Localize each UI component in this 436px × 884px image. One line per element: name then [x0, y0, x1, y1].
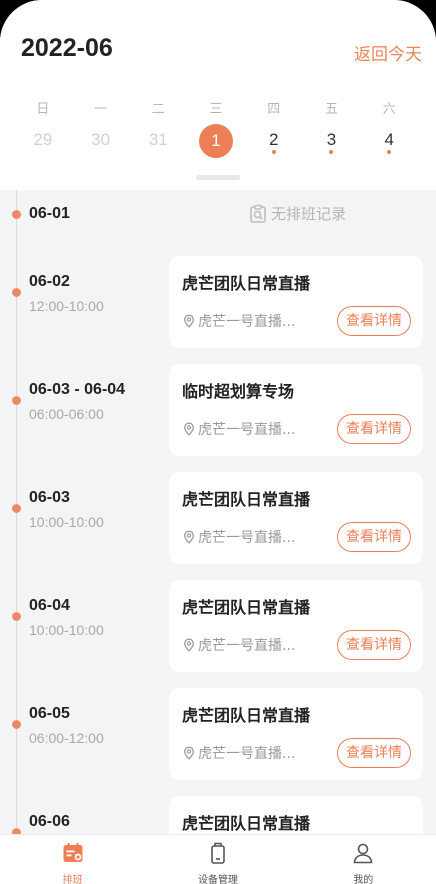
date-cell[interactable]: 31: [129, 124, 187, 158]
view-details-button[interactable]: 查看详情: [337, 522, 411, 552]
app-screen: 2022-06 返回今天 日 一 二 三 四 五 六 29 30 31 1 2 …: [0, 0, 436, 884]
schedule-location: 虎芒一号直播...: [182, 527, 295, 547]
location-text: 虎芒一号直播...: [198, 422, 296, 438]
schedule-title: 虎芒团队日常直播: [182, 706, 311, 725]
view-details-button[interactable]: 查看详情: [337, 738, 411, 768]
schedule-date: 06-04: [29, 597, 70, 614]
schedule-date: 06-02: [29, 273, 70, 290]
timeline-dot: [12, 612, 21, 621]
schedule-card[interactable]: 虎芒团队日常直播 虎芒一号直播... 查看详情: [169, 256, 423, 348]
schedule-location: 虎芒一号直播...: [182, 311, 295, 331]
date-cell[interactable]: 29: [14, 124, 72, 158]
date-number: 30: [91, 130, 111, 149]
back-to-today-button[interactable]: 返回今天: [354, 40, 422, 65]
schedule-time: 10:00-10:00: [29, 622, 104, 638]
tab-device-management[interactable]: 设备管理: [145, 835, 290, 884]
calendar-header: 2022-06 返回今天 日 一 二 三 四 五 六 29 30 31 1 2 …: [0, 0, 436, 190]
location-text: 虎芒一号直播...: [198, 638, 296, 654]
schedule-card[interactable]: 临时超划算专场 虎芒一号直播... 查看详情: [169, 364, 423, 456]
schedule-location: 虎芒一号直播...: [182, 635, 295, 655]
weekday-row: 日 一 二 三 四 五 六: [14, 98, 418, 117]
weekday-label: 四: [267, 102, 281, 117]
timeline-dot: [12, 396, 21, 405]
schedule-title: 虎芒团队日常直播: [182, 490, 311, 509]
location-pin-icon: [184, 638, 194, 652]
date-cell[interactable]: 2: [245, 124, 303, 158]
device-icon: [211, 842, 225, 864]
timeline-dot: [12, 504, 21, 513]
date-number: 29: [33, 130, 53, 149]
schedule-title: 虎芒团队日常直播: [182, 598, 311, 617]
location-text: 虎芒一号直播...: [198, 746, 296, 762]
view-details-button[interactable]: 查看详情: [337, 414, 411, 444]
schedule-time: 06:00-06:00: [29, 406, 104, 422]
date-number: 1: [199, 124, 234, 158]
calendar-icon: [63, 843, 83, 862]
schedule-card[interactable]: 虎芒团队日常直播 虎芒一号直播... 查看详情: [169, 580, 423, 672]
schedule-title: 临时超划算专场: [182, 382, 295, 401]
weekday-label: 三: [209, 102, 223, 117]
schedule-dot: [271, 150, 276, 154]
schedule-location: 虎芒一号直播...: [182, 743, 295, 763]
location-text: 虎芒一号直播...: [198, 530, 296, 546]
timeline-dot: [12, 720, 21, 729]
date-cell[interactable]: 3: [303, 124, 361, 158]
schedule-title: 虎芒团队日常直播: [182, 814, 311, 833]
month-title: 2022-06: [21, 34, 113, 62]
view-details-button[interactable]: 查看详情: [337, 306, 411, 336]
no-record-text: 无排班记录: [271, 205, 347, 223]
date-number: 31: [148, 130, 168, 149]
location-pin-icon: [184, 422, 194, 436]
location-pin-icon: [184, 314, 194, 328]
weekday-label: 二: [151, 102, 165, 117]
location-text: 虎芒一号直播...: [198, 314, 296, 330]
bottom-tab-bar: 排班 设备管理 我的: [0, 834, 436, 884]
date-cell[interactable]: 4: [360, 124, 418, 158]
timeline-dot: [12, 210, 21, 219]
schedule-card[interactable]: 虎芒团队日常直播 虎芒一号直播... 查看详情: [169, 688, 423, 780]
tab-label: 我的: [353, 875, 374, 884]
no-record-label: 无排班记录: [248, 203, 346, 224]
schedule-date: 06-05: [29, 705, 70, 722]
clipboard-search-icon: [250, 204, 266, 223]
tab-label: 设备管理: [197, 875, 238, 884]
schedule-date: 06-03 - 06-04: [29, 381, 126, 398]
schedule-time: 12:00-10:00: [29, 298, 104, 314]
weekday-label: 一: [94, 102, 108, 117]
date-cell-selected[interactable]: 1: [187, 124, 245, 158]
drag-handle[interactable]: [196, 175, 240, 180]
view-details-button[interactable]: 查看详情: [337, 630, 411, 660]
weekday-label: 日: [36, 102, 50, 117]
schedule-time: 06:00-12:00: [29, 730, 104, 746]
tab-mine[interactable]: 我的: [291, 835, 436, 884]
schedule-date: 06-06: [29, 813, 70, 830]
location-pin-icon: [184, 746, 194, 760]
schedule-date: 06-01: [29, 205, 70, 222]
weekday-label: 六: [382, 102, 396, 117]
schedule-title: 虎芒团队日常直播: [182, 274, 311, 293]
location-pin-icon: [184, 530, 194, 544]
schedule-location: 虎芒一号直播...: [182, 419, 295, 439]
date-row: 29 30 31 1 2 3 4: [14, 124, 418, 158]
weekday-label: 五: [324, 102, 338, 117]
date-cell[interactable]: 30: [72, 124, 130, 158]
tab-label: 排班: [62, 875, 83, 884]
tab-schedule[interactable]: 排班: [0, 835, 145, 884]
schedule-card[interactable]: 虎芒团队日常直播 虎芒一号直播... 查看详情: [169, 472, 423, 564]
schedule-time: 10:00-10:00: [29, 514, 104, 530]
schedule-date: 06-03: [29, 489, 70, 506]
user-icon: [354, 843, 373, 864]
timeline-dot: [12, 288, 21, 297]
